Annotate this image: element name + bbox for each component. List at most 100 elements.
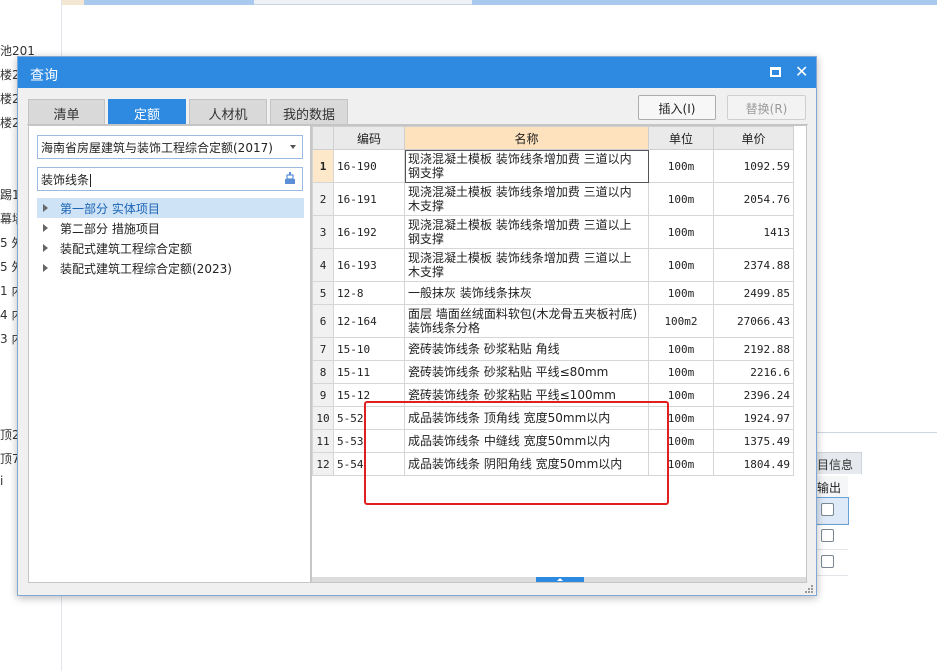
- column-header-code[interactable]: 编码: [333, 126, 405, 150]
- table-row[interactable]: 8 15-11 瓷砖装饰线条 砂浆粘贴 平线≤80mm 100m 2216.6: [312, 360, 794, 384]
- background-strip-segment: [62, 0, 84, 5]
- row-index: 11: [312, 429, 334, 453]
- background-left-text: i: [0, 474, 4, 488]
- row-name[interactable]: 面层 墙面丝绒面料软包(木龙骨五夹板衬底) 装饰线条分格: [404, 304, 649, 338]
- close-icon[interactable]: ✕: [795, 62, 808, 81]
- row-index: 12: [312, 452, 334, 476]
- row-unit[interactable]: 100m: [648, 182, 714, 216]
- table-row[interactable]: 1 16-190 现浇混凝土模板 装饰线条增加费 三道以内 钢支撑 100m 1…: [312, 149, 794, 183]
- expand-arrow-icon[interactable]: [43, 224, 48, 232]
- quota-tree-pane: 海南省房屋建筑与装饰工程综合定额(2017) 装饰线条 第一部分 实体项目 第二…: [28, 125, 311, 583]
- dialog-title: 查询: [30, 68, 58, 84]
- expand-arrow-icon[interactable]: [43, 244, 48, 252]
- tree-item-prefab-quota-2023[interactable]: 装配式建筑工程综合定额(2023): [37, 258, 304, 278]
- row-price[interactable]: 1413: [713, 215, 794, 249]
- search-input[interactable]: 装饰线条: [37, 167, 303, 191]
- row-code[interactable]: 16-193: [333, 248, 405, 282]
- row-unit[interactable]: 100m: [648, 248, 714, 282]
- row-code[interactable]: 12-8: [333, 281, 405, 305]
- search-input-value: 装饰线条: [41, 173, 90, 187]
- query-dialog: 查询 ✕ 清单 定额 人材机 我的数据 插入(I) 替换(R) 海南省房屋建筑与…: [17, 56, 817, 596]
- row-unit[interactable]: 100m: [648, 337, 714, 361]
- row-name[interactable]: 瓷砖装饰线条 砂浆粘贴 角线: [404, 337, 649, 361]
- row-price[interactable]: 2499.85: [713, 281, 794, 305]
- dialog-titlebar[interactable]: 查询 ✕: [18, 57, 816, 88]
- background-divider: [806, 432, 937, 433]
- row-index: 4: [312, 248, 334, 282]
- output-checkbox[interactable]: [821, 503, 834, 516]
- row-index: 3: [312, 215, 334, 249]
- row-unit[interactable]: 100m: [648, 360, 714, 384]
- resize-grip-icon[interactable]: [804, 584, 814, 594]
- column-header-price[interactable]: 单价: [713, 126, 794, 150]
- expand-arrow-icon[interactable]: [43, 264, 48, 272]
- insert-button[interactable]: 插入(I): [638, 95, 716, 120]
- clear-filter-icon[interactable]: [284, 172, 296, 185]
- row-index: 8: [312, 360, 334, 384]
- row-index: 5: [312, 281, 334, 305]
- row-code[interactable]: 15-10: [333, 337, 405, 361]
- row-unit[interactable]: 100m: [648, 215, 714, 249]
- row-code[interactable]: 15-11: [333, 360, 405, 384]
- row-name[interactable]: 现浇混凝土模板 装饰线条增加费 三道以上 钢支撑: [404, 215, 649, 249]
- row-price[interactable]: 2396.24: [713, 383, 794, 407]
- row-name[interactable]: 一般抹灰 装饰线条抹灰: [404, 281, 649, 305]
- background-toolbar-strip: [62, 0, 937, 5]
- row-price[interactable]: 2216.6: [713, 360, 794, 384]
- table-row[interactable]: 2 16-191 现浇混凝土模板 装饰线条增加费 三道以内 木支撑 100m 2…: [312, 182, 794, 216]
- row-index: 1: [312, 149, 334, 183]
- row-name[interactable]: 现浇混凝土模板 装饰线条增加费 三道以上 木支撑: [404, 248, 649, 282]
- table-row[interactable]: 4 16-193 现浇混凝土模板 装饰线条增加费 三道以上 木支撑 100m 2…: [312, 248, 794, 282]
- background-info-tab[interactable]: 目信息: [812, 452, 862, 474]
- tab-labor-material-machine[interactable]: 人材机: [189, 99, 267, 124]
- quota-library-select[interactable]: 海南省房屋建筑与装饰工程综合定额(2017): [37, 135, 303, 159]
- row-unit[interactable]: 100m: [648, 281, 714, 305]
- chevron-down-icon[interactable]: [290, 145, 296, 149]
- row-price[interactable]: 2192.88: [713, 337, 794, 361]
- tree-item-prefab-quota[interactable]: 装配式建筑工程综合定额: [37, 238, 304, 258]
- tab-bill[interactable]: 清单: [28, 99, 105, 124]
- row-name[interactable]: 现浇混凝土模板 装饰线条增加费 三道以内 木支撑: [404, 182, 649, 216]
- row-unit[interactable]: 100m: [648, 149, 714, 183]
- row-price[interactable]: 1924.97: [713, 406, 794, 430]
- tree-item-entity-items[interactable]: 第一部分 实体项目: [37, 198, 304, 218]
- horizontal-scrollbar[interactable]: [312, 577, 806, 582]
- replace-button[interactable]: 替换(R): [727, 95, 806, 120]
- row-code[interactable]: 16-192: [333, 215, 405, 249]
- tree-item-label: 装配式建筑工程综合定额(2023): [60, 262, 232, 276]
- table-row[interactable]: 5 12-8 一般抹灰 装饰线条抹灰 100m 2499.85: [312, 281, 794, 305]
- row-price[interactable]: 2374.88: [713, 248, 794, 282]
- row-price[interactable]: 1375.49: [713, 429, 794, 453]
- row-code[interactable]: 12-164: [333, 304, 405, 338]
- row-price[interactable]: 1092.59: [713, 149, 794, 183]
- expand-arrow-icon[interactable]: [43, 204, 48, 212]
- column-header-name[interactable]: 名称: [404, 126, 649, 150]
- table-header-row: 编码 名称 单位 单价: [312, 126, 794, 150]
- scrollbar-thumb[interactable]: [536, 577, 584, 582]
- row-code[interactable]: 16-191: [333, 182, 405, 216]
- maximize-icon[interactable]: [770, 67, 781, 77]
- row-name[interactable]: 瓷砖装饰线条 砂浆粘贴 平线≤80mm: [404, 360, 649, 384]
- table-row[interactable]: 6 12-164 面层 墙面丝绒面料软包(木龙骨五夹板衬底) 装饰线条分格 10…: [312, 304, 794, 338]
- background-strip-segment: [472, 0, 937, 5]
- background-strip-segment: [84, 0, 254, 5]
- column-header-index: [312, 126, 334, 150]
- row-price[interactable]: 27066.43: [713, 304, 794, 338]
- row-name[interactable]: 现浇混凝土模板 装饰线条增加费 三道以内 钢支撑: [404, 149, 649, 183]
- tree-item-label: 装配式建筑工程综合定额: [60, 242, 193, 256]
- row-index: 6: [312, 304, 334, 338]
- output-checkbox[interactable]: [821, 555, 834, 568]
- tab-my-data[interactable]: 我的数据: [270, 99, 348, 124]
- row-index: 9: [312, 383, 334, 407]
- output-checkbox[interactable]: [821, 529, 834, 542]
- table-row[interactable]: 7 15-10 瓷砖装饰线条 砂浆粘贴 角线 100m 2192.88: [312, 337, 794, 361]
- row-price[interactable]: 2054.76: [713, 182, 794, 216]
- tab-quota[interactable]: 定额: [108, 99, 186, 124]
- quota-results-grid: 编码 名称 单位 单价 1 16-190 现浇混凝土模板 装饰线条增加费 三道以…: [311, 125, 807, 583]
- row-unit[interactable]: 100m2: [648, 304, 714, 338]
- row-code[interactable]: 16-190: [333, 149, 405, 183]
- tree-item-measure-items[interactable]: 第二部分 措施项目: [37, 218, 304, 238]
- table-row[interactable]: 3 16-192 现浇混凝土模板 装饰线条增加费 三道以上 钢支撑 100m 1…: [312, 215, 794, 249]
- column-header-unit[interactable]: 单位: [648, 126, 714, 150]
- row-price[interactable]: 1804.49: [713, 452, 794, 476]
